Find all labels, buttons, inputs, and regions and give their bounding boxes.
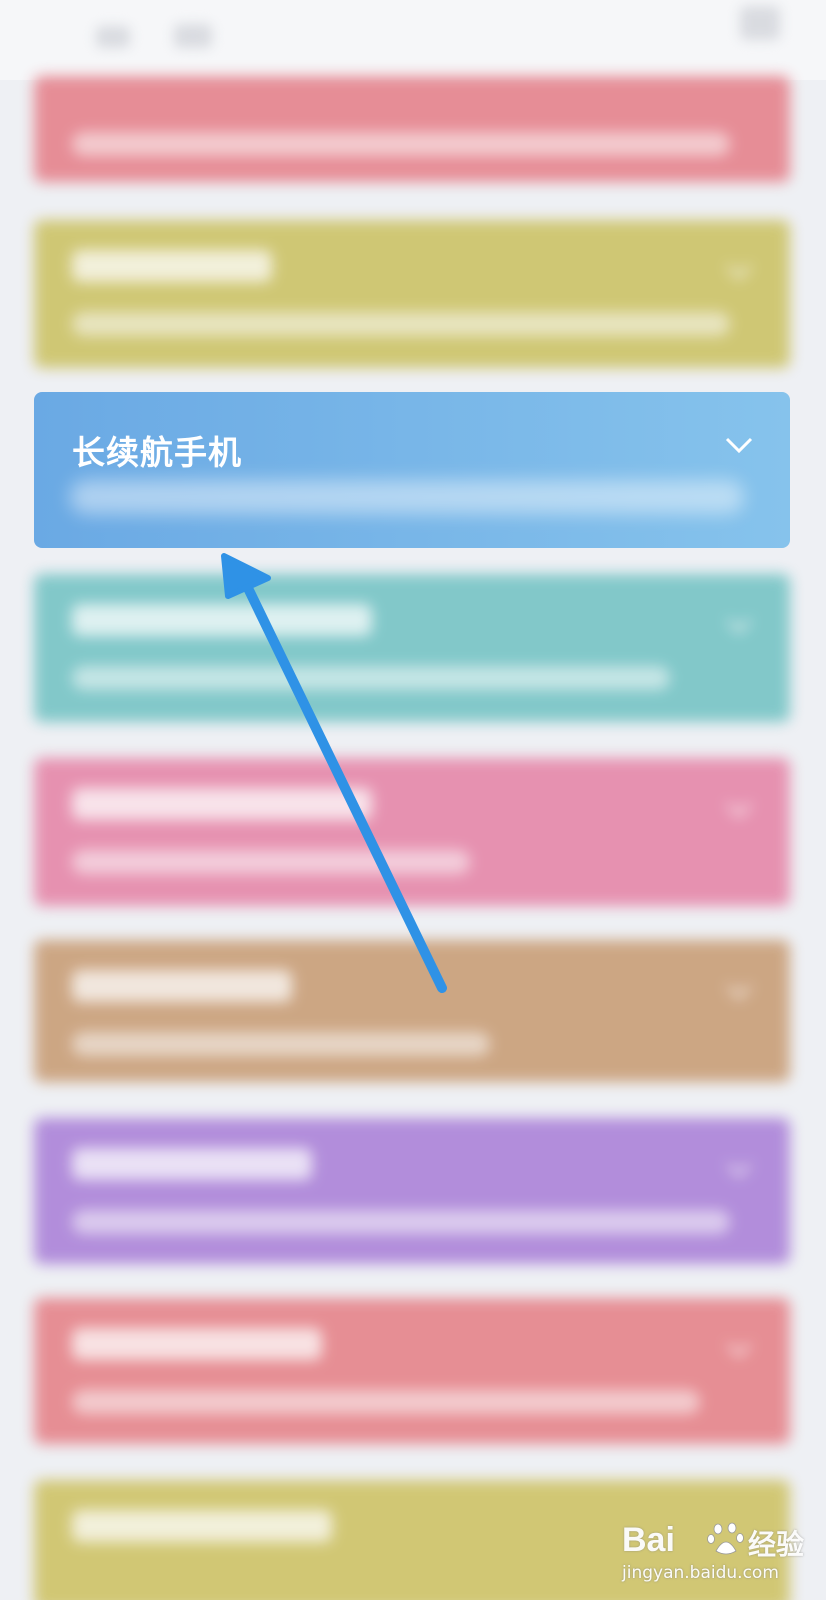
watermark-brand-text: 经验 [748, 1528, 805, 1561]
arrow-shaft [241, 579, 447, 993]
baidu-jingyan-watermark: Bai 经验 jingyan.baidu.com [622, 1515, 812, 1587]
annotation-arrow [221, 553, 447, 993]
paw-icon [707, 1522, 744, 1555]
arrow-head [221, 553, 271, 599]
screen: 长续航手机 Bai 经验 jingyan.baidu.com [0, 0, 826, 1600]
watermark-logo-text: Bai [622, 1521, 675, 1559]
watermark-url: jingyan.baidu.com [622, 1563, 779, 1583]
